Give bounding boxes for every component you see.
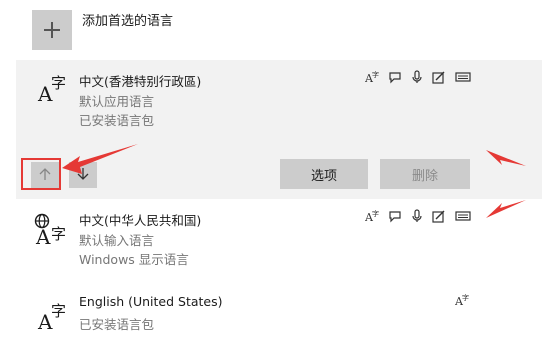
language-a-zi-icon: A 字: [38, 302, 67, 334]
handwriting-icon: [432, 70, 446, 84]
handwriting-icon: [432, 209, 446, 223]
microphone-icon: [411, 70, 423, 84]
svg-text:字: 字: [372, 70, 379, 79]
highlight-frame: [21, 158, 61, 190]
annotation-arrow-icon: [62, 140, 140, 180]
add-language-button[interactable]: [32, 10, 72, 50]
language-name: English (United States): [79, 294, 223, 309]
text-to-speech-icon: A字: [365, 70, 379, 84]
speech-bubble-icon: [388, 70, 402, 84]
annotation-arrow-icon: [486, 198, 528, 222]
language-name: 中文(中华人民共和国): [79, 213, 202, 228]
language-globe-zi-icon: A 字: [34, 213, 70, 249]
language-status: 默认应用语言: [79, 94, 155, 109]
text-to-speech-icon: A字: [365, 209, 379, 223]
language-features: A字: [365, 209, 471, 223]
language-features: A字: [365, 70, 471, 84]
options-button[interactable]: 选项: [280, 159, 368, 189]
keyboard-icon: [455, 71, 471, 83]
language-name: 中文(香港特别行政區): [79, 74, 202, 89]
svg-text:字: 字: [372, 209, 379, 218]
language-status: 已安装语言包: [79, 317, 155, 332]
speech-bubble-icon: [388, 209, 402, 223]
language-a-zi-icon: A 字: [38, 74, 67, 106]
language-status: 已安装语言包: [79, 113, 155, 128]
language-status: Windows 显示语言: [79, 252, 189, 267]
language-features: A字: [455, 293, 469, 307]
remove-button[interactable]: 删除: [380, 159, 470, 189]
add-language-label[interactable]: 添加首选的语言: [82, 10, 173, 29]
svg-text:字: 字: [462, 293, 469, 302]
microphone-icon: [411, 209, 423, 223]
language-status: 默认输入语言: [79, 233, 155, 248]
annotation-arrow-icon: [486, 146, 528, 170]
text-to-speech-icon: A字: [455, 293, 469, 307]
keyboard-icon: [455, 210, 471, 222]
